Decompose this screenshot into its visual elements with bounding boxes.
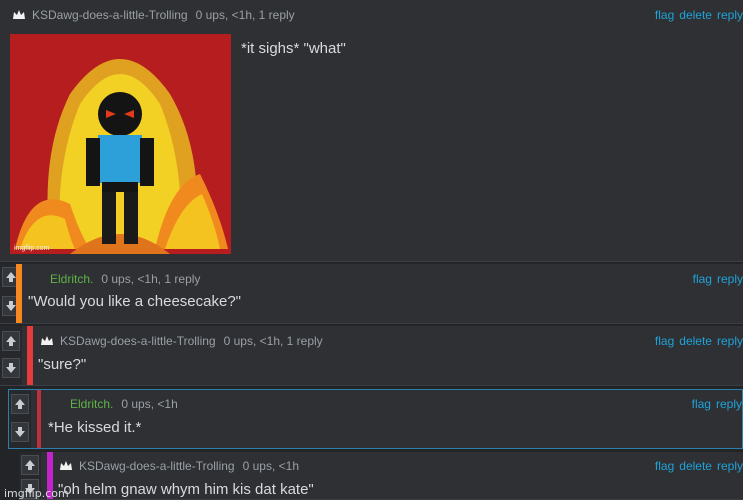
comment-meta: 0 ups, <1h	[242, 459, 299, 473]
comment-header: Eldritch. 0 ups, <1h	[70, 396, 178, 412]
username[interactable]: Eldritch.	[50, 271, 93, 287]
comment-actions: flag reply	[688, 271, 743, 287]
delete-link[interactable]: delete	[679, 334, 712, 348]
image-credit: imgflip.com	[14, 245, 50, 252]
crown-icon	[41, 336, 53, 345]
username[interactable]: KSDawg-does-a-little-Trolling	[60, 333, 216, 349]
meme-image[interactable]: imgflip.com	[10, 34, 231, 254]
flag-link[interactable]: flag	[693, 272, 712, 286]
thread-depth-bar	[27, 326, 33, 385]
flag-link[interactable]: flag	[692, 397, 711, 411]
comment-text: "Would you like a cheesecake?"	[28, 293, 241, 310]
reply-link[interactable]: reply	[717, 459, 743, 473]
crown-icon	[60, 461, 72, 470]
reply-link[interactable]: reply	[717, 334, 743, 348]
username[interactable]: Eldritch.	[70, 396, 113, 412]
username[interactable]: KSDawg-does-a-little-Trolling	[32, 7, 188, 23]
thread-depth-bar	[37, 390, 41, 448]
vote-column	[9, 390, 31, 448]
comment-actions: flag delete reply	[650, 333, 743, 349]
delete-link[interactable]: delete	[679, 459, 712, 473]
flag-link[interactable]: flag	[655, 334, 674, 348]
comment-meta: 0 ups, <1h, 1 reply	[195, 8, 295, 22]
upvote-button[interactable]	[21, 455, 39, 475]
flag-link[interactable]: flag	[655, 8, 674, 22]
comment-header: KSDawg-does-a-little-Trolling 0 ups, <1h	[59, 458, 299, 474]
comment-meta: 0 ups, <1h, 1 reply	[223, 334, 323, 348]
comment-actions: flag reply	[687, 396, 742, 412]
comment-3: KSDawg-does-a-little-Trolling 0 ups, <1h…	[0, 326, 743, 386]
comment-header: KSDawg-does-a-little-Trolling 0 ups, <1h…	[12, 7, 295, 23]
vote-column	[0, 326, 22, 385]
delete-link[interactable]: delete	[679, 8, 712, 22]
character-art	[10, 34, 231, 254]
comment-text: "sure?"	[38, 356, 87, 373]
comment-header: KSDawg-does-a-little-Trolling 0 ups, <1h…	[40, 333, 323, 349]
upvote-button[interactable]	[11, 394, 29, 414]
site-watermark: imgflip.com	[4, 487, 69, 500]
comment-text: *He kissed it.*	[48, 419, 142, 436]
downvote-button[interactable]	[11, 422, 29, 442]
flag-link[interactable]: flag	[655, 459, 674, 473]
comment-meta: 0 ups, <1h, 1 reply	[101, 272, 201, 286]
up-arrow-icon	[6, 336, 16, 346]
down-arrow-icon	[6, 363, 16, 373]
reply-link[interactable]: reply	[716, 397, 742, 411]
comment-meta: 0 ups, <1h	[121, 397, 178, 411]
thread-depth-bar	[16, 264, 22, 323]
comment-actions: flag delete reply	[650, 458, 743, 474]
up-arrow-icon	[15, 399, 25, 409]
comment-1: KSDawg-does-a-little-Trolling 0 ups, <1h…	[0, 0, 743, 262]
comment-5: KSDawg-does-a-little-Trolling 0 ups, <1h…	[19, 452, 743, 500]
up-arrow-icon	[25, 460, 35, 470]
comment-actions: flag delete reply	[650, 7, 743, 23]
downvote-button[interactable]	[2, 358, 20, 378]
comment-header: Eldritch. 0 ups, <1h, 1 reply	[50, 271, 200, 287]
comment-text: *it sighs* "what"	[241, 40, 346, 57]
down-arrow-icon	[15, 427, 25, 437]
comment-text: "oh helm gnaw whym him kis dat kate"	[58, 481, 314, 498]
reply-link[interactable]: reply	[717, 272, 743, 286]
crown-icon	[13, 10, 25, 19]
reply-link[interactable]: reply	[717, 8, 743, 22]
comment-2: Eldritch. 0 ups, <1h, 1 reply flag reply …	[0, 264, 743, 324]
upvote-button[interactable]	[2, 331, 20, 351]
comment-4: Eldritch. 0 ups, <1h flag reply *He kisse…	[8, 389, 743, 449]
username[interactable]: KSDawg-does-a-little-Trolling	[79, 458, 235, 474]
